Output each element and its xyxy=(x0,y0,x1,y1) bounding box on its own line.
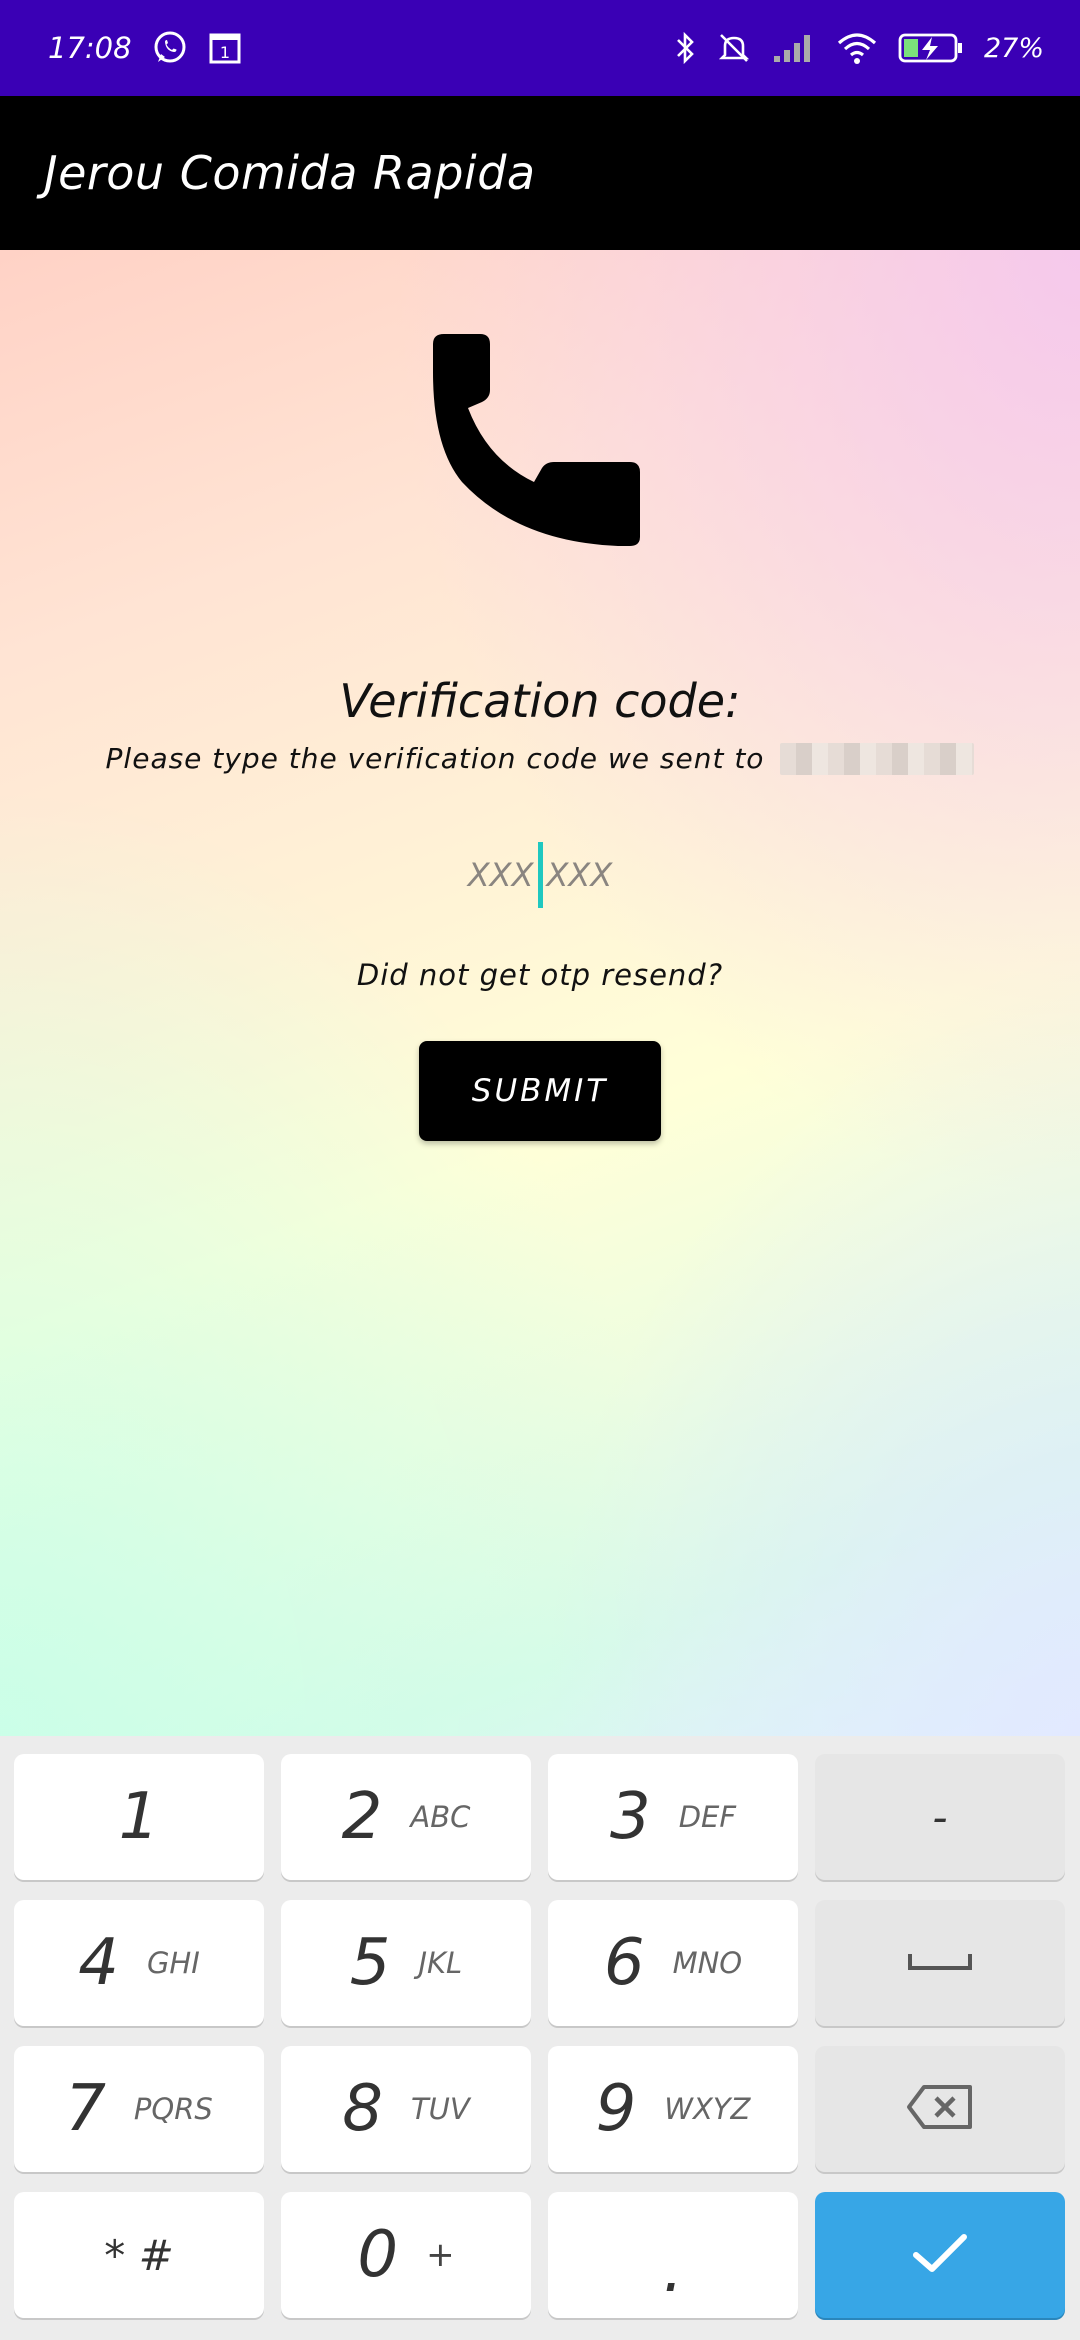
battery-percentage: 27% xyxy=(983,32,1044,64)
key-symbol: . xyxy=(662,2233,684,2307)
key-symbol: * # xyxy=(104,2230,174,2280)
calendar-icon: 1 xyxy=(208,31,242,65)
key-6[interactable]: 6 MNO xyxy=(548,1900,798,2026)
mute-icon xyxy=(716,30,752,66)
key-letters: ABC xyxy=(410,1800,471,1834)
bluetooth-icon xyxy=(674,30,696,66)
key-letters: JKL xyxy=(418,1946,463,1980)
otp-placeholder-right: XXX xyxy=(546,856,613,894)
checkmark-icon xyxy=(912,2231,968,2279)
key-minus[interactable]: - xyxy=(815,1754,1065,1880)
app-bar: Jerou Comida Rapida xyxy=(0,96,1080,250)
key-star-hash[interactable]: * # xyxy=(14,2192,264,2318)
status-left: 17:08 1 xyxy=(48,30,242,66)
key-letters: WXYZ xyxy=(664,2092,751,2126)
status-bar: 17:08 1 27% xyxy=(0,0,1080,96)
key-space[interactable] xyxy=(815,1900,1065,2026)
key-digit: 8 xyxy=(342,2072,383,2146)
redacted-phone-number xyxy=(780,742,975,775)
backspace-icon xyxy=(906,2084,974,2134)
submit-button[interactable]: SUBMIT xyxy=(419,1041,661,1141)
key-2[interactable]: 2 ABC xyxy=(281,1754,531,1880)
numeric-keyboard: 1 2 ABC 3 DEF - 4 GHI 5 JKL 6 MNO 7 PQRS… xyxy=(0,1736,1080,2340)
wifi-icon xyxy=(836,31,878,65)
key-digit: 6 xyxy=(603,1926,645,2000)
key-letters: DEF xyxy=(678,1800,737,1834)
key-backspace[interactable] xyxy=(815,2046,1065,2172)
subtitle-row: Please type the verification code we sen… xyxy=(0,742,1080,775)
key-9[interactable]: 9 WXYZ xyxy=(548,2046,798,2172)
key-7[interactable]: 7 PQRS xyxy=(14,2046,264,2172)
key-digit: 0 xyxy=(357,2218,399,2292)
svg-text:1: 1 xyxy=(219,43,229,62)
key-digit: 1 xyxy=(118,1780,160,1854)
key-8[interactable]: 8 TUV xyxy=(281,2046,531,2172)
key-digit: 9 xyxy=(595,2072,637,2146)
text-caret xyxy=(537,842,543,908)
key-letters: GHI xyxy=(146,1946,200,1980)
key-letters: MNO xyxy=(672,1946,743,1980)
key-digit: 2 xyxy=(341,1780,383,1854)
resend-otp-link[interactable]: Did not get otp resend? xyxy=(0,958,1080,992)
key-digit: 7 xyxy=(65,2072,106,2146)
key-4[interactable]: 4 GHI xyxy=(14,1900,264,2026)
otp-input[interactable]: XXX XXX xyxy=(440,840,640,910)
key-symbol: - xyxy=(932,1792,948,1842)
key-0[interactable]: 0 + xyxy=(281,2192,531,2318)
key-letters: + xyxy=(426,2235,455,2275)
page-title: Verification code: xyxy=(339,674,741,728)
status-right: 27% xyxy=(674,30,1044,66)
done-button[interactable] xyxy=(815,2192,1065,2318)
key-digit: 3 xyxy=(609,1780,651,1854)
key-letters: PQRS xyxy=(133,2092,213,2126)
phone-icon xyxy=(428,332,648,552)
key-5[interactable]: 5 JKL xyxy=(281,1900,531,2026)
app-title: Jerou Comida Rapida xyxy=(44,146,536,200)
otp-placeholder-left: XXX xyxy=(467,856,534,894)
battery-charging-icon xyxy=(898,31,964,65)
signal-icon xyxy=(772,32,816,64)
key-letters: TUV xyxy=(410,2092,470,2126)
key-3[interactable]: 3 DEF xyxy=(548,1754,798,1880)
key-digit: 4 xyxy=(78,1926,119,2000)
status-time: 17:08 xyxy=(48,31,132,65)
subtitle-text: Please type the verification code we sen… xyxy=(105,742,765,775)
verification-screen: Verification code: Please type the verif… xyxy=(0,250,1080,1736)
space-icon xyxy=(907,1948,973,1978)
key-1[interactable]: 1 xyxy=(14,1754,264,1880)
key-dot[interactable]: . xyxy=(548,2192,798,2318)
whatsapp-icon xyxy=(152,30,188,66)
key-digit: 5 xyxy=(349,1926,391,2000)
